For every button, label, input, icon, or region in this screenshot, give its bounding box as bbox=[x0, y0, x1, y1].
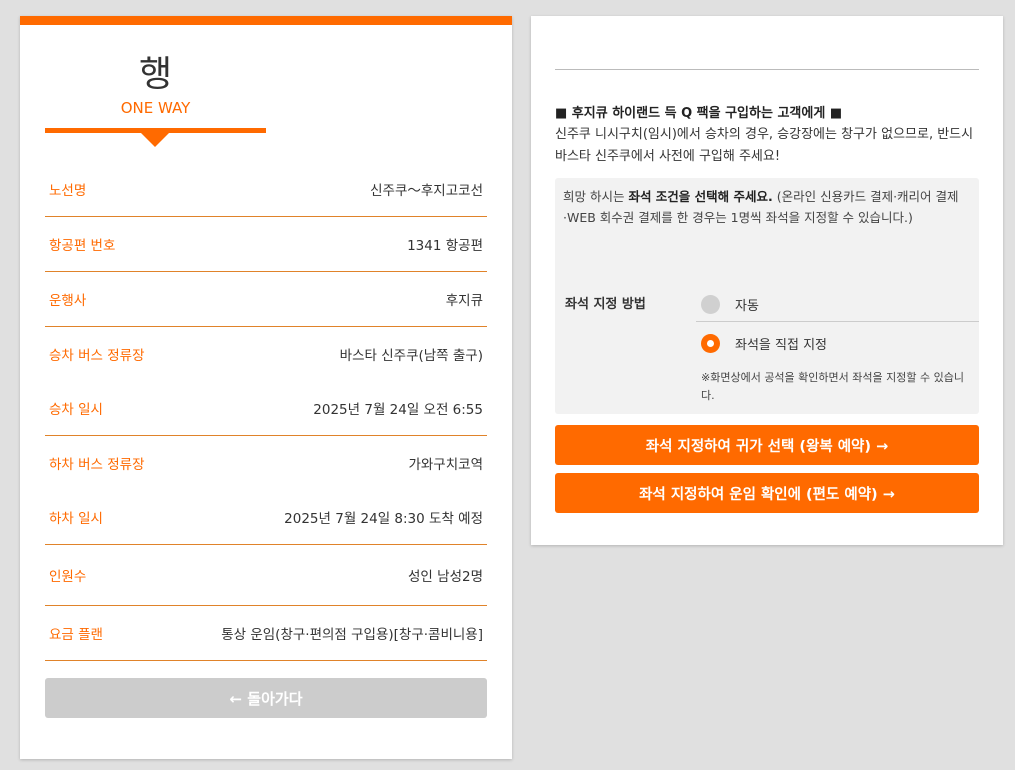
info-label: 승차 버스 정류장 bbox=[49, 348, 145, 364]
direction-title: 행 bbox=[138, 54, 173, 95]
divider bbox=[555, 69, 979, 70]
radio-unselected-icon[interactable] bbox=[701, 295, 720, 314]
info-label: 승차 일시 bbox=[49, 402, 103, 418]
info-value: 성인 남성2명 bbox=[408, 569, 483, 585]
trip-summary-panel: 행 ONE WAY 노선명 신주쿠～후지고코선 항공편 번호 1341 항공편 … bbox=[20, 16, 512, 759]
info-value: 바스타 신주쿠(남쪽 출구) bbox=[339, 348, 483, 364]
seat-description: 희망 하시는 좌석 조건을 선택해 주세요. (온라인 신용카드 결제·캐리어 … bbox=[563, 186, 973, 228]
info-row-passengers: 인원수 성인 남성2명 bbox=[45, 545, 487, 606]
info-row-fare-plan: 요금 플랜 통상 운임(창구·편의점 구입용)[창구·콤비니용] bbox=[45, 606, 487, 661]
info-label: 항공편 번호 bbox=[49, 238, 116, 254]
direction-subtitle: ONE WAY bbox=[120, 99, 191, 117]
info-row-flight-number: 항공편 번호 1341 항공편 bbox=[45, 217, 487, 272]
info-value: 2025년 7월 24일 오전 6:55 bbox=[313, 402, 483, 418]
seat-option-box: 희망 하시는 좌석 조건을 선택해 주세요. (온라인 신용카드 결제·캐리어 … bbox=[555, 178, 979, 414]
notice-title: ■ 후지큐 하이랜드 득 Q 팩을 구입하는 고객에게 ■ bbox=[555, 106, 843, 121]
seat-option-manual-label: 좌석을 직접 지정 bbox=[735, 337, 827, 353]
seat-method-label: 좌석 지정 방법 bbox=[565, 297, 646, 312]
back-button[interactable]: ← 돌아가다 bbox=[45, 678, 487, 718]
seat-desc-prefix: 희망 하시는 bbox=[563, 189, 629, 204]
accent-bar bbox=[20, 16, 512, 25]
trip-info-list: 노선명 신주쿠～후지고코선 항공편 번호 1341 항공편 운행사 후지큐 승차… bbox=[45, 162, 487, 661]
heading-pointer bbox=[141, 133, 169, 147]
info-value: 2025년 7월 24일 8:30 도착 예정 bbox=[284, 511, 483, 527]
info-row-operator: 운행사 후지큐 bbox=[45, 272, 487, 327]
seat-selection-panel: ■ 후지큐 하이랜드 득 Q 팩을 구입하는 고객에게 ■ 신주쿠 니시구치(임… bbox=[531, 16, 1003, 545]
direction-heading: 행 ONE WAY bbox=[45, 52, 266, 132]
info-value: 신주쿠～후지고코선 bbox=[370, 183, 483, 199]
info-label: 하차 버스 정류장 bbox=[49, 457, 145, 473]
info-row-alighting-time: 하차 일시 2025년 7월 24일 8:30 도착 예정 bbox=[45, 490, 487, 545]
radio-selected-icon[interactable] bbox=[701, 333, 720, 353]
info-value: 통상 운임(창구·편의점 구입용)[창구·콤비니용] bbox=[221, 627, 483, 643]
info-label: 하차 일시 bbox=[49, 511, 103, 527]
info-label: 요금 플랜 bbox=[49, 627, 103, 643]
info-row-route: 노선명 신주쿠～후지고코선 bbox=[45, 162, 487, 217]
seat-desc-emphasis: 좌석 조건을 선택해 주세요. bbox=[628, 189, 773, 204]
seat-option-auto-label: 자동 bbox=[735, 299, 759, 314]
info-value: 후지큐 bbox=[445, 293, 483, 309]
oneway-reserve-button[interactable]: 좌석 지정하여 운임 확인에 (편도 예약) → bbox=[555, 473, 979, 513]
info-label: 인원수 bbox=[49, 569, 87, 585]
info-row-alighting-stop: 하차 버스 정류장 가와구치코역 bbox=[45, 436, 487, 490]
info-row-boarding-stop: 승차 버스 정류장 바스타 신주쿠(남쪽 출구) bbox=[45, 327, 487, 381]
info-value: 가와구치코역 bbox=[408, 457, 483, 473]
roundtrip-reserve-button[interactable]: 좌석 지정하여 귀가 선택 (왕복 예약) → bbox=[555, 425, 979, 465]
info-label: 노선명 bbox=[49, 183, 87, 199]
info-row-boarding-time: 승차 일시 2025년 7월 24일 오전 6:55 bbox=[45, 381, 487, 436]
info-label: 운행사 bbox=[49, 293, 87, 309]
seat-option-manual[interactable]: 좌석을 직접 지정 bbox=[696, 331, 979, 355]
seat-option-auto[interactable]: 자동 bbox=[696, 288, 979, 322]
notice-body: 신주쿠 니시구치(임시)에서 승차의 경우, 승강장에는 창구가 없으므로, 반… bbox=[555, 127, 974, 164]
info-value: 1341 항공편 bbox=[407, 238, 483, 254]
seat-note: ※화면상에서 공석을 확인하면서 좌석을 지정할 수 있습니다. bbox=[701, 371, 964, 402]
